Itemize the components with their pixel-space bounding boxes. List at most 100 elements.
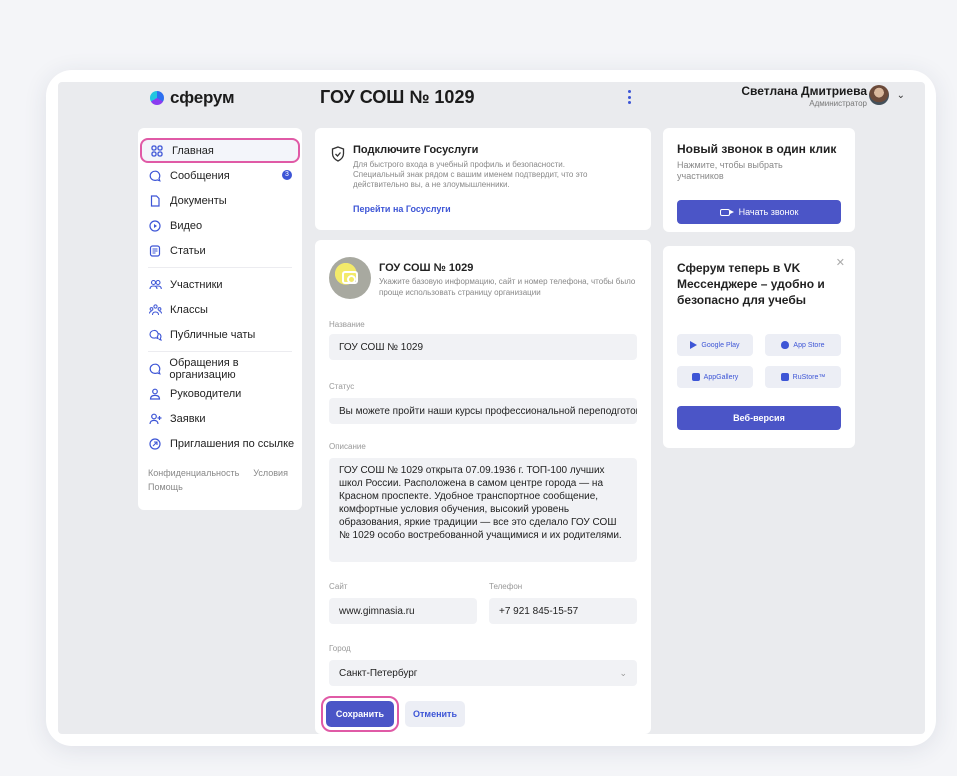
app-store-button[interactable]: App Store [765, 334, 841, 356]
logo[interactable]: сферум [150, 88, 235, 108]
google-play-button[interactable]: Google Play [677, 334, 753, 356]
sidebar-item-invites[interactable]: Приглашения по ссылке [138, 431, 302, 456]
grid-icon [150, 144, 164, 158]
profile-title: ГОУ СОШ № 1029 [379, 262, 474, 274]
avatar[interactable] [869, 85, 889, 105]
sidebar-item-label: Сообщения [170, 169, 230, 182]
video-icon [148, 219, 162, 233]
description-field[interactable]: ГОУ СОШ № 1029 открыта 07.09.1936 г. ТОП… [329, 458, 637, 562]
sidebar-item-video[interactable]: Видео [138, 213, 302, 238]
rustore-label: RuStore™ [792, 373, 826, 381]
person-add-icon [148, 412, 162, 426]
shield-icon [331, 146, 345, 162]
sidebar-item-label: Приглашения по ссылке [170, 437, 295, 450]
city-label: Город [329, 644, 351, 653]
public-chat-icon [148, 328, 162, 342]
sidebar-item-label: Документы [170, 194, 227, 207]
app-screen: сферум ГОУ СОШ № 1029 Светлана Дмитриева… [58, 82, 925, 734]
description-label: Описание [329, 442, 366, 451]
google-play-label: Google Play [701, 341, 740, 349]
web-version-button[interactable]: Веб-версия [677, 406, 841, 430]
sidebar-item-label: Участники [170, 278, 223, 291]
call-subtitle: Нажмите, чтобы выбрать участников [677, 160, 783, 181]
terms-link[interactable]: Условия [253, 468, 288, 478]
start-call-button[interactable]: Начать звонок [677, 200, 841, 224]
sidebar-item-requests[interactable]: Заявки [138, 406, 302, 431]
people-icon [148, 278, 162, 292]
video-camera-icon [719, 208, 734, 216]
sidebar-item-classes[interactable]: Классы [138, 297, 302, 322]
gosuslugi-card: Подключите Госуслуги Для быстрого входа … [315, 128, 651, 230]
gosuslugi-text: Для быстрого входа в учебный профиль и б… [353, 160, 588, 189]
save-button[interactable]: Сохранить [326, 701, 394, 727]
app-store-label: App Store [793, 341, 825, 349]
sidebar-item-documents[interactable]: Документы [138, 188, 302, 213]
chat-icon [148, 169, 162, 183]
sidebar-item-home[interactable]: Главная [140, 138, 300, 163]
classes-icon [148, 303, 162, 317]
help-link[interactable]: Помощь [148, 482, 183, 492]
profile-edit-card: ГОУ СОШ № 1029 Укажите базовую информаци… [315, 240, 651, 734]
sidebar-item-members[interactable]: Участники [138, 272, 302, 297]
document-icon [148, 194, 162, 208]
logo-text: сферум [170, 88, 235, 107]
phone-label: Телефон [489, 582, 523, 591]
chevron-down-icon: ⌄ [619, 668, 627, 678]
site-field[interactable]: www.gimnasia.ru [329, 598, 477, 624]
chevron-down-icon[interactable]: ⌄ [897, 90, 905, 101]
sidebar: Главная Сообщения 3 Документы Видео Стат… [138, 128, 302, 510]
status-field[interactable]: Вы можете пройти наши курсы профессионал… [329, 398, 637, 424]
sidebar-item-label: Публичные чаты [170, 328, 256, 341]
gosuslugi-link[interactable]: Перейти на Госуслуги [353, 204, 451, 214]
sidebar-footer: Конфиденциальность Условия Помощь [138, 456, 302, 494]
camera-icon[interactable] [342, 271, 358, 284]
name-label: Название [329, 320, 365, 329]
top-bar: сферум ГОУ СОШ № 1029 Светлана Дмитриева… [58, 82, 925, 112]
privacy-link[interactable]: Конфиденциальность [148, 468, 239, 478]
person-icon [148, 387, 162, 401]
close-icon[interactable]: ✕ [836, 256, 845, 269]
appeal-icon [148, 362, 161, 376]
sferum-logo-icon [150, 91, 164, 105]
apple-icon [781, 341, 790, 349]
city-select[interactable]: Санкт-Петербург ⌄ [329, 660, 637, 686]
page-title: ГОУ СОШ № 1029 [320, 87, 475, 107]
divider [148, 267, 292, 268]
sidebar-item-articles[interactable]: Статьи [138, 238, 302, 263]
phone-field[interactable]: +7 921 845-15-57 [489, 598, 637, 624]
article-icon [148, 244, 162, 258]
rustore-icon [780, 373, 789, 381]
sidebar-item-label: Видео [170, 219, 203, 232]
sidebar-item-messages[interactable]: Сообщения 3 [138, 163, 302, 188]
vk-title: Сферум теперь в VK Мессенджере – удобно … [677, 261, 825, 307]
gosuslugi-title: Подключите Госуслуги [353, 144, 479, 156]
sidebar-item-label: Обращения в организацию [169, 356, 239, 381]
call-title: Новый звонок в один клик [677, 142, 837, 156]
rustore-button[interactable]: RuStore™ [765, 366, 841, 388]
sidebar-item-label: Статьи [170, 244, 206, 257]
new-call-card: Новый звонок в один клик Нажмите, чтобы … [663, 128, 855, 232]
app-gallery-button[interactable]: AppGallery [677, 366, 753, 388]
user-role: Администратор [809, 99, 867, 108]
divider [148, 351, 292, 352]
sidebar-item-public-chats[interactable]: Публичные чаты [138, 322, 302, 347]
name-field[interactable]: ГОУ СОШ № 1029 [329, 334, 637, 360]
sidebar-item-managers[interactable]: Руководители [138, 381, 302, 406]
sidebar-item-appeals[interactable]: Обращения в организацию [138, 356, 302, 381]
more-menu-icon[interactable] [624, 88, 634, 106]
sidebar-item-label: Главная [172, 144, 214, 157]
user-info[interactable]: Светлана Дмитриева Администратор [741, 84, 867, 108]
link-icon [148, 437, 162, 451]
app-gallery-label: AppGallery [703, 373, 739, 381]
sidebar-item-label: Заявки [170, 412, 206, 425]
sidebar-item-label: Руководители [170, 387, 242, 400]
site-label: Сайт [329, 582, 348, 591]
city-value: Санкт-Петербург [339, 667, 418, 679]
user-name: Светлана Дмитриева [741, 84, 867, 98]
app-gallery-icon [691, 373, 700, 381]
profile-subtitle: Укажите базовую информацию, сайт и номер… [379, 277, 636, 297]
sidebar-item-label: Классы [170, 303, 208, 316]
google-play-icon [690, 341, 698, 349]
cancel-button[interactable]: Отменить [405, 701, 465, 727]
status-label: Статус [329, 382, 355, 391]
